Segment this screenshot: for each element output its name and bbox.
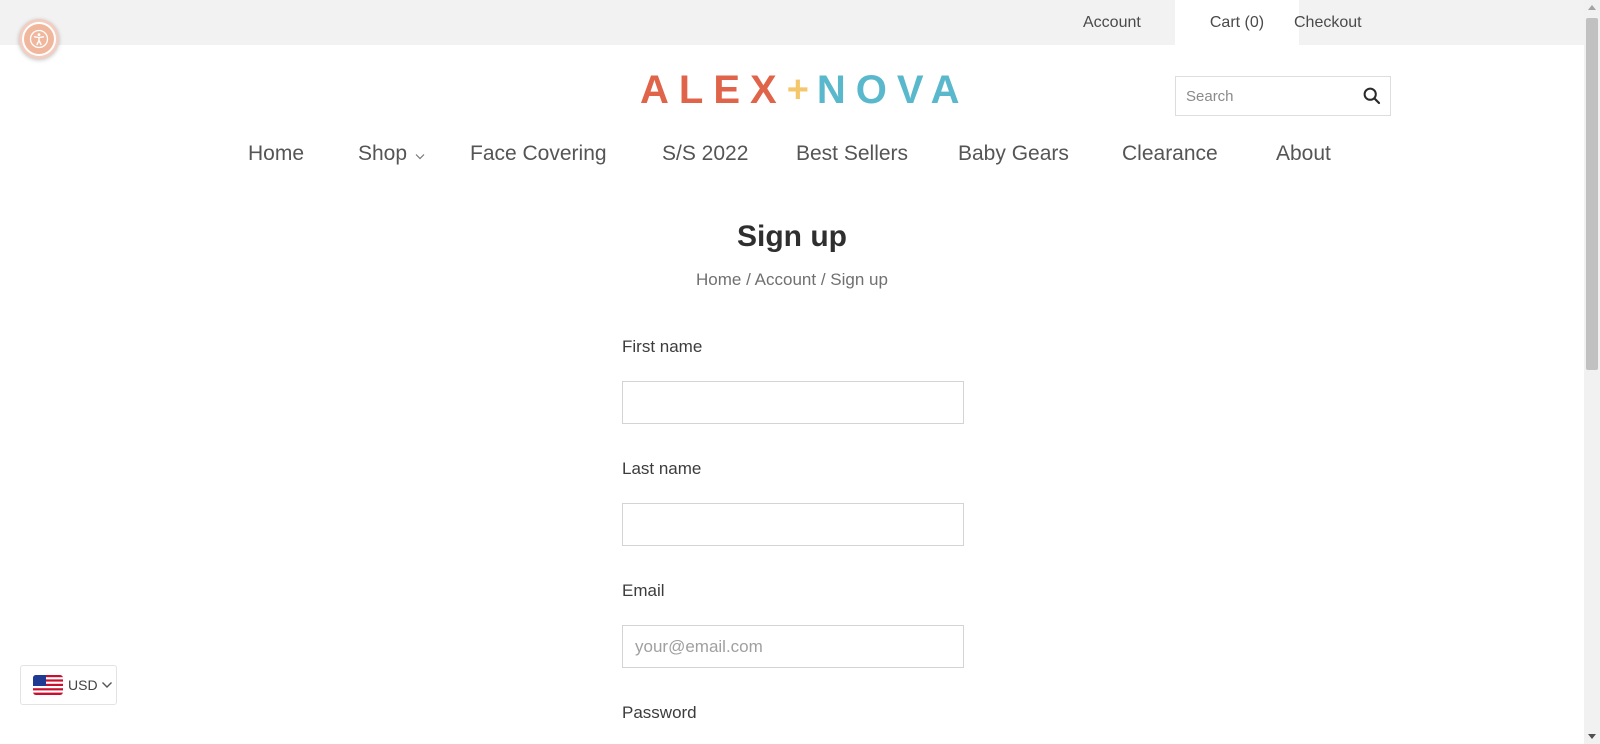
accessibility-button[interactable] — [19, 19, 59, 59]
first-name-field[interactable] — [622, 381, 964, 424]
chevron-down-icon — [101, 676, 113, 694]
logo-plus: + — [786, 68, 813, 111]
logo-text-alex: ALEX — [640, 67, 787, 112]
scrollbar-thumb[interactable] — [1586, 18, 1598, 370]
breadcrumb-separator: / — [820, 270, 826, 289]
logo-text-nova: NOVA — [816, 67, 970, 112]
last-name-label: Last name — [622, 459, 702, 478]
nav-item-best-sellers[interactable]: Best Sellers — [796, 136, 908, 172]
first-name-label: First name — [622, 337, 703, 356]
scroll-up-arrow[interactable] — [1588, 5, 1596, 10]
nav-item-about[interactable]: About — [1276, 136, 1331, 172]
currency-code: USD — [68, 677, 98, 693]
nav-item-home[interactable]: Home — [248, 136, 304, 172]
chevron-down-icon — [415, 136, 425, 172]
account-link[interactable]: Account — [1083, 0, 1141, 45]
site-logo[interactable]: ALEX + NOVA — [640, 66, 970, 114]
search-box — [1175, 76, 1391, 116]
search-icon[interactable] — [1362, 86, 1382, 106]
last-name-field[interactable] — [622, 503, 964, 546]
nav-item-baby-gears[interactable]: Baby Gears — [958, 136, 1069, 172]
top-utility-bar: Account Cart (0) Checkout — [0, 0, 1584, 45]
search-input[interactable] — [1176, 77, 1346, 115]
us-flag-icon — [33, 675, 63, 695]
breadcrumb-account[interactable]: Account — [755, 270, 816, 289]
email-field[interactable] — [622, 625, 964, 668]
breadcrumb: Home / Account / Sign up — [0, 270, 1584, 290]
accessibility-icon — [24, 24, 54, 54]
password-label: Password — [622, 703, 697, 722]
nav-item-clearance[interactable]: Clearance — [1122, 136, 1218, 172]
page-scrollbar[interactable] — [1584, 0, 1600, 744]
nav-item-shop-label: Shop — [358, 142, 408, 165]
nav-item-shop[interactable]: Shop — [358, 136, 425, 172]
cart-link[interactable]: Cart (0) — [1175, 0, 1299, 45]
breadcrumb-separator: / — [746, 270, 751, 289]
page-title: Sign up — [737, 220, 847, 253]
scroll-down-arrow[interactable] — [1588, 734, 1596, 739]
breadcrumb-home[interactable]: Home — [696, 270, 741, 289]
nav-item-ss-2022[interactable]: S/S 2022 — [662, 136, 748, 172]
main-navigation: Home Shop Face Covering S/S 2022 Best Se… — [0, 136, 1584, 172]
nav-item-face-covering[interactable]: Face Covering — [470, 136, 607, 172]
currency-selector[interactable]: USD — [20, 665, 117, 705]
breadcrumb-current: Sign up — [830, 270, 888, 289]
email-label: Email — [622, 581, 665, 600]
checkout-link[interactable]: Checkout — [1294, 0, 1362, 45]
